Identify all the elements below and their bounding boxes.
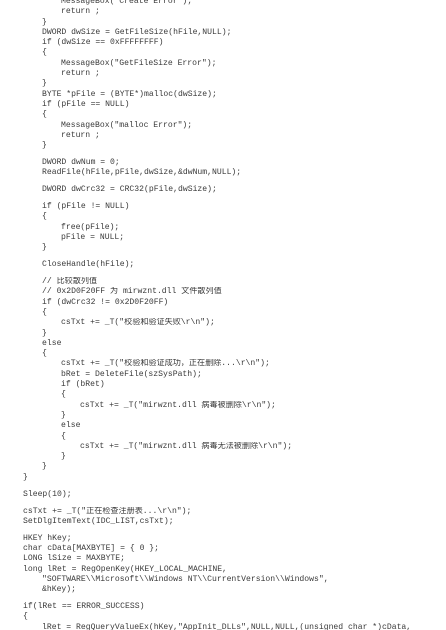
code-line: // 0x2D0F20FF 为 mirwznt.dll 文件散列值 bbox=[42, 287, 222, 297]
code-line: if (dwCrc32 != 0x2D0F20FF) bbox=[42, 297, 169, 307]
code-line: if (dwSize == 0xFFFFFFFF) bbox=[42, 38, 164, 48]
code-line: } bbox=[61, 410, 66, 420]
code-line: csTxt += _T("正在检查注册表...\r\n"); bbox=[23, 506, 192, 516]
code-line: else bbox=[42, 338, 62, 348]
code-line: BYTE *pFile = (BYTE*)malloc(dwSize); bbox=[42, 89, 217, 99]
code-line: ReadFile(hFile,pFile,dwSize,&dwNum,NULL)… bbox=[42, 168, 242, 178]
code-line: DWORD dwNum = 0; bbox=[42, 158, 120, 168]
document-page: MessageBox("Create Error"); return ;} DWOR… bbox=[0, 0, 446, 630]
code-line: { bbox=[42, 110, 47, 120]
code-line: csTxt += _T("校验和验证失败\r\n"); bbox=[61, 318, 215, 328]
code-line: { bbox=[23, 612, 28, 622]
code-line: { bbox=[61, 431, 66, 441]
code-line: } bbox=[42, 243, 47, 253]
code-line: &hKey); bbox=[42, 585, 76, 595]
code-line: long lRet = RegOpenKey(HKEY_LOCAL_MACHIN… bbox=[23, 564, 227, 574]
code-line: DWORD dwSize = GetFileSize(hFile,NULL); bbox=[42, 27, 232, 37]
code-line: pFile = NULL; bbox=[61, 233, 125, 243]
code-line: } bbox=[42, 462, 47, 472]
code-line: DWORD dwCrc32 = CRC32(pFile,dwSize); bbox=[42, 185, 217, 195]
code-line: { bbox=[42, 48, 47, 58]
code-line: bRet = DeleteFile(szSysPath); bbox=[61, 369, 202, 379]
code-line: { bbox=[42, 307, 47, 317]
code-line: csTxt += _T("mirwznt.dll 病毒无法被删除\r\n"); bbox=[80, 441, 293, 451]
code-line: MessageBox("Create Error"); bbox=[61, 0, 193, 6]
code-line: free(pFile); bbox=[61, 222, 120, 232]
code-line: // 比较散列值 bbox=[42, 277, 98, 287]
code-line: HKEY hKey; bbox=[23, 533, 72, 543]
code-line: "SOFTWARE\\Microsoft\\Windows NT\\Curren… bbox=[42, 574, 329, 584]
code-line: lRet = RegQueryValueEx(hKey,"AppInit_DLL… bbox=[42, 622, 412, 630]
code-line: if(lRet == ERROR_SUCCESS) bbox=[23, 602, 145, 612]
code-line: if (bRet) bbox=[61, 380, 105, 390]
code-line: } bbox=[42, 79, 47, 89]
code-line: csTxt += _T("校验和验证成功，正在删除...\r\n"); bbox=[61, 359, 270, 369]
code-line: } bbox=[42, 17, 47, 27]
code-line: } bbox=[61, 452, 66, 462]
code-listing: MessageBox("Create Error"); return ;} DWOR… bbox=[4, 0, 442, 630]
code-line: if (pFile == NULL) bbox=[42, 99, 130, 109]
code-line: { bbox=[42, 212, 47, 222]
code-line: } bbox=[42, 328, 47, 338]
code-line: else bbox=[61, 421, 81, 431]
code-line: { bbox=[42, 349, 47, 359]
code-line: SetDlgItemText(IDC_LIST,csTxt); bbox=[23, 516, 174, 526]
code-line: MessageBox("GetFileSize Error"); bbox=[61, 58, 217, 68]
code-line: return ; bbox=[61, 7, 100, 17]
code-line: csTxt += _T("mirwznt.dll 病毒被删除\r\n"); bbox=[80, 400, 276, 410]
code-line: Sleep(10); bbox=[23, 489, 72, 499]
code-line: if (pFile != NULL) bbox=[42, 202, 130, 212]
code-line: } bbox=[42, 141, 47, 151]
code-line: return ; bbox=[61, 130, 100, 140]
code-line: char cData[MAXBYTE] = { 0 }; bbox=[23, 544, 159, 553]
code-line: MessageBox("malloc Error"); bbox=[61, 120, 193, 130]
code-line: } bbox=[23, 472, 28, 482]
code-line: LONG lSize = MAXBYTE; bbox=[23, 554, 125, 564]
code-line: CloseHandle(hFile); bbox=[42, 260, 135, 270]
code-line: { bbox=[61, 390, 66, 400]
code-line: return ; bbox=[61, 69, 100, 79]
